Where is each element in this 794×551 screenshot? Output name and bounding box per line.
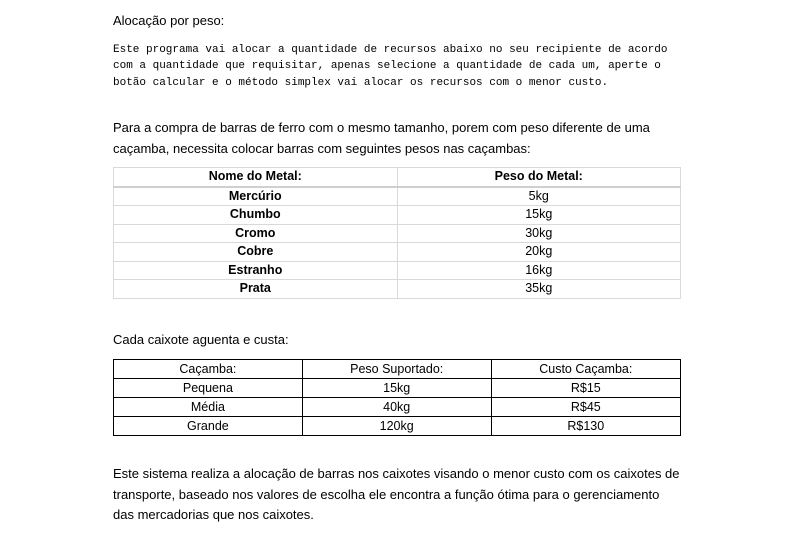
crate-name-cell: Grande [113,416,303,436]
table-row: Cromo 30kg [113,223,681,243]
metal-weight-cell: 35kg [396,279,681,299]
metal-name-cell: Estranho [113,260,398,280]
crate-name-header: Caçamba: [113,359,303,379]
crate-capacity-header: Peso Suportado: [301,359,492,379]
section-heading: Alocação por peso: [113,13,225,28]
system-summary-paragraph: Este sistema realiza a alocação de barra… [113,466,680,522]
metal-weight-cell: 20kg [396,242,681,262]
metal-name-cell: Cromo [113,223,398,243]
crate-cost-header: Custo Caçamba: [490,359,682,379]
metal-weight-cell: 16kg [396,260,681,280]
crate-capacity-cell: 40kg [301,397,492,417]
purchase-paragraph: Para a compra de barras de ferro com o m… [113,120,650,156]
crate-capacity-cell: 120kg [301,416,492,436]
metal-name-cell: Cobre [113,242,398,262]
table-row: Chumbo 15kg [113,205,681,225]
metal-weight-cell: 5kg [396,186,681,206]
metal-name-cell: Prata [113,279,398,299]
crate-cost-cell: R$130 [490,416,682,436]
metal-name-cell: Chumbo [113,205,398,225]
table-row: Estranho 16kg [113,260,681,280]
table-row: Mercúrio 5kg [113,186,681,206]
crate-name-cell: Pequena [113,378,303,398]
metal-weight-header: Peso do Metal: [396,167,681,188]
crate-name-cell: Média [113,397,303,417]
crate-intro-paragraph: Cada caixote aguenta e custa: [113,332,289,347]
metal-table-header-row: Nome do Metal: Peso do Metal: [113,167,681,188]
crate-cost-cell: R$45 [490,397,682,417]
crate-capacity-cell: 15kg [301,378,492,398]
metal-name-cell: Mercúrio [113,186,398,206]
table-row: Grande 120kg R$130 [113,416,682,436]
crate-table-header-row: Caçamba: Peso Suportado: Custo Caçamba: [113,359,682,379]
metal-weight-cell: 15kg [396,205,681,225]
crate-table: Caçamba: Peso Suportado: Custo Caçamba: … [113,359,682,436]
metal-name-header: Nome do Metal: [113,167,398,188]
metal-weight-table: Nome do Metal: Peso do Metal: Mercúrio 5… [113,167,681,299]
program-description: Este programa vai alocar a quantidade de… [113,44,668,89]
table-row: Cobre 20kg [113,242,681,262]
metal-weight-cell: 30kg [396,223,681,243]
table-row: Pequena 15kg R$15 [113,378,682,398]
table-row: Prata 35kg [113,279,681,299]
crate-cost-cell: R$15 [490,378,682,398]
table-row: Média 40kg R$45 [113,397,682,417]
